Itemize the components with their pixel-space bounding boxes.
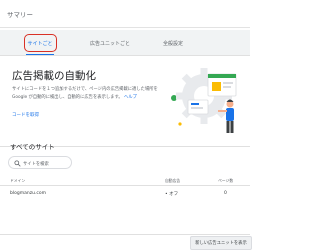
auto-ads-illustration <box>171 68 237 133</box>
auto-ads-status[interactable]: • オフ <box>165 191 178 197</box>
auto-ads-card: 広告掲載の自動化 サイトにコードを１つ追加するだけで、ページ内の広告掲載に適した… <box>2 58 248 144</box>
column-header-auto-ads[interactable]: 自動広告 <box>165 178 180 184</box>
page-count: 0 <box>224 191 227 196</box>
tab-by-ad-unit[interactable]: 広告ユニットごと <box>80 30 140 56</box>
column-header-pages[interactable]: ページ数 <box>218 178 233 184</box>
get-code-link[interactable]: コードを取得 <box>12 112 39 118</box>
tab-by-site[interactable]: サイトごと <box>20 30 60 56</box>
page-title: サマリー <box>7 11 33 19</box>
table-row[interactable]: blogmanzu.com • オフ 0 <box>0 190 250 200</box>
site-domain[interactable]: blogmanzu.com <box>10 191 46 196</box>
site-search-input[interactable]: サイトを検索 <box>8 156 72 169</box>
auto-ads-description: サイトにコードを１つ追加するだけで、ページ内の広告掲載に適した場所を Googl… <box>12 86 162 101</box>
table-header: ドメイン 自動広告 ページ数 <box>0 176 250 186</box>
search-placeholder: サイトを検索 <box>23 161 49 167</box>
help-link[interactable]: ヘルプ <box>124 95 137 100</box>
all-sites-title: すべてのサイト <box>10 143 55 151</box>
top-bar: サマリー <box>0 0 250 28</box>
search-icon <box>14 160 21 167</box>
tab-bar: サイトごと 広告ユニットごと 全般設定 <box>0 30 250 56</box>
auto-ads-title: 広告掲載の自動化 <box>12 70 96 82</box>
tab-general-settings[interactable]: 全般設定 <box>152 30 194 56</box>
new-ad-unit-button[interactable]: 新しい広告ユニットを表示 <box>190 236 252 250</box>
column-header-domain[interactable]: ドメイン <box>10 178 25 184</box>
